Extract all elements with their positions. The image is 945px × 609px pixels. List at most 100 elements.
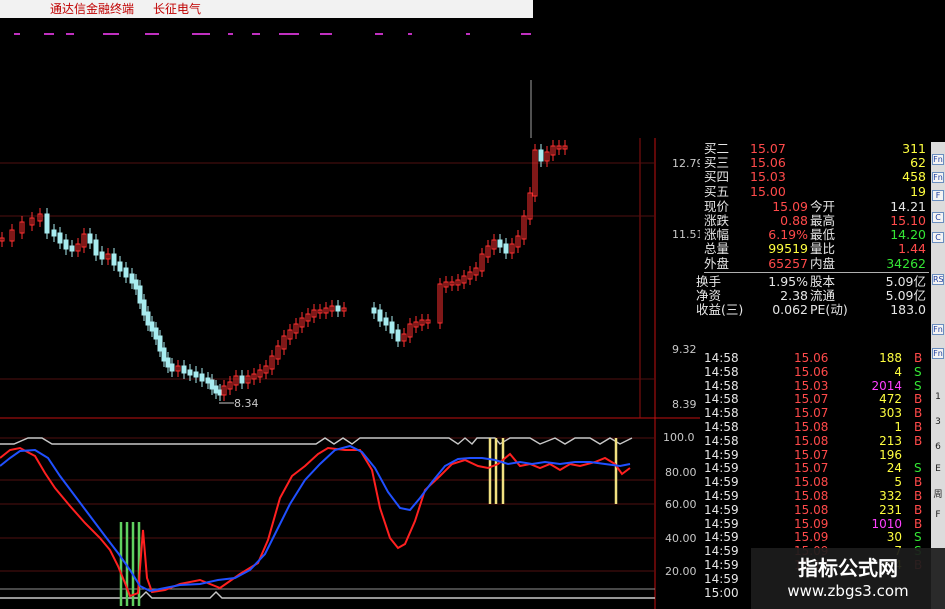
tick-time: 14:58 — [704, 406, 739, 421]
tick-volume: 231 — [879, 502, 902, 517]
candlestick-chart[interactable]: 8.34 12.79 11.51 9.32 8.39 100.0 80.00 6… — [0, 18, 700, 609]
tick-side: S — [914, 378, 922, 393]
toolbar-button[interactable]: Fn — [932, 154, 944, 165]
toolbar-button[interactable]: F — [932, 190, 944, 201]
watermark-title: 指标公式网 — [798, 556, 898, 580]
tick-row[interactable]: 14:58 15.08 213 B — [704, 434, 929, 449]
candle-body — [199, 373, 205, 382]
tick-volume: 332 — [879, 488, 902, 503]
stat-label: 内盘 — [810, 255, 836, 271]
tick-row[interactable]: 14:58 15.07 303 B — [704, 406, 929, 421]
candle-body — [217, 389, 223, 396]
tick-side: B — [914, 351, 923, 365]
tick-side: B — [914, 488, 923, 503]
tick-row[interactable]: 14:58 15.06 4 S — [704, 364, 929, 380]
tick-price: 15.03 — [794, 378, 829, 393]
stat-value: 14.21 — [890, 198, 926, 214]
fundamental-value: 2.38 — [780, 287, 808, 303]
toolbar-label: 1 — [935, 392, 941, 402]
tick-time: 14:58 — [704, 364, 739, 379]
tick-time: 14:58 — [704, 419, 739, 434]
bid-label: 买四 — [704, 169, 730, 185]
candle-body — [205, 377, 211, 384]
candle-body — [149, 321, 155, 332]
toolbar-label: 6 — [935, 442, 941, 452]
stat-value: 15.10 — [890, 212, 926, 228]
watermark-url: www.zbgs3.com — [787, 582, 909, 600]
fundamental-label: 股本 — [810, 273, 836, 289]
toolbar-button[interactable]: C — [932, 212, 944, 223]
bid-price: 15.06 — [750, 155, 786, 171]
tick-row[interactable]: 14:59 15.07 196 — [704, 448, 929, 463]
tick-time: 14:58 — [704, 392, 739, 407]
toolbar-button[interactable]: RS — [932, 274, 944, 285]
tick-row[interactable]: 14:58 15.07 472 B — [704, 393, 929, 407]
tick-row[interactable]: 14:58 15.03 2014 S — [704, 378, 929, 394]
tick-row[interactable]: 14:59 15.08 5 B — [704, 475, 929, 490]
candle-body — [87, 233, 93, 244]
tick-time: 14:59 — [704, 571, 739, 586]
toolbar-button[interactable]: Fn — [932, 324, 944, 335]
tick-volume: 188 — [879, 351, 902, 365]
quote-panel: 买二 15.07 311 买三 15.06 62 买四 15.03 458 买五 15.00 19 现… — [696, 141, 929, 317]
toolbar-button[interactable]: Fn — [932, 348, 944, 359]
tick-side: S — [914, 364, 922, 379]
toolbar-button[interactable]: Fn — [932, 172, 944, 183]
tick-row[interactable]: 14:59 15.08 332 B — [704, 488, 929, 504]
fundamental-row: 净资 2.38 流通 5.09亿 — [696, 287, 929, 303]
stat-value: 14.20 — [890, 227, 926, 243]
candle-body — [129, 273, 135, 284]
bid-row[interactable]: 买三 15.06 62 — [704, 155, 929, 171]
stat-value: 15.09 — [772, 198, 808, 214]
indicator-tick: 60.00 — [665, 498, 697, 511]
tick-side: B — [914, 406, 923, 421]
tick-row[interactable]: 14:58 15.06 188 B — [704, 351, 929, 366]
overbought-line — [0, 437, 633, 445]
tick-volume: 4 — [894, 364, 902, 379]
bid-price: 15.00 — [750, 183, 786, 199]
stat-row: 现价 15.09 今开 14.21 — [704, 198, 929, 214]
indicator-tick: 40.00 — [665, 532, 697, 545]
tick-price: 15.08 — [794, 502, 829, 517]
tick-row[interactable]: 14:59 15.07 24 S — [704, 462, 929, 476]
candle-body — [239, 375, 245, 384]
candle-body — [117, 261, 123, 272]
indicator-tick: 100.0 — [663, 431, 695, 444]
candle-body — [193, 371, 199, 378]
bid-row[interactable]: 买四 15.03 458 — [704, 170, 929, 184]
candle-body — [161, 347, 167, 362]
tick-time: 14:59 — [704, 502, 739, 517]
bid-row[interactable]: 买二 15.07 311 — [704, 141, 929, 156]
tick-price: 15.08 — [794, 419, 829, 434]
stock-name[interactable]: 长征电气 — [153, 0, 201, 18]
bid-price: 15.03 — [750, 169, 786, 185]
bid-row[interactable]: 买五 15.00 19 — [704, 183, 929, 199]
low-price-marker: 8.34 — [219, 397, 259, 410]
tick-price: 15.06 — [794, 351, 829, 365]
tick-row[interactable]: 14:59 15.09 1010 B — [704, 516, 929, 532]
fundamental-row: 换手 1.95% 股本 5.09亿 — [696, 273, 929, 289]
candle-body — [503, 243, 509, 254]
tick-row[interactable]: 14:59 15.08 231 B — [704, 502, 929, 518]
tick-price: 15.07 — [794, 392, 829, 407]
tick-time: 14:59 — [704, 488, 739, 503]
stat-label: 总量 — [704, 241, 730, 257]
toolbar-button[interactable]: C — [932, 232, 944, 243]
bid-volume: 19 — [910, 183, 926, 199]
tick-row[interactable]: 14:59 15.09 30 S — [704, 531, 929, 545]
candle-body — [209, 379, 215, 390]
tick-time: 14:58 — [704, 351, 739, 365]
low-price-label: 8.34 — [234, 397, 259, 410]
candle-body — [153, 327, 159, 340]
bid-price: 15.07 — [750, 141, 786, 156]
tick-price: 15.07 — [794, 406, 829, 421]
candle-body — [123, 267, 129, 278]
candle-body — [137, 285, 143, 304]
candle-body — [157, 335, 163, 352]
candle-body — [111, 253, 117, 266]
tick-volume: 1010 — [871, 516, 902, 531]
candle-body — [63, 239, 69, 250]
tick-volume: 2014 — [871, 378, 902, 393]
d-line — [0, 444, 631, 593]
tick-row[interactable]: 14:58 15.08 1 B — [704, 419, 929, 435]
